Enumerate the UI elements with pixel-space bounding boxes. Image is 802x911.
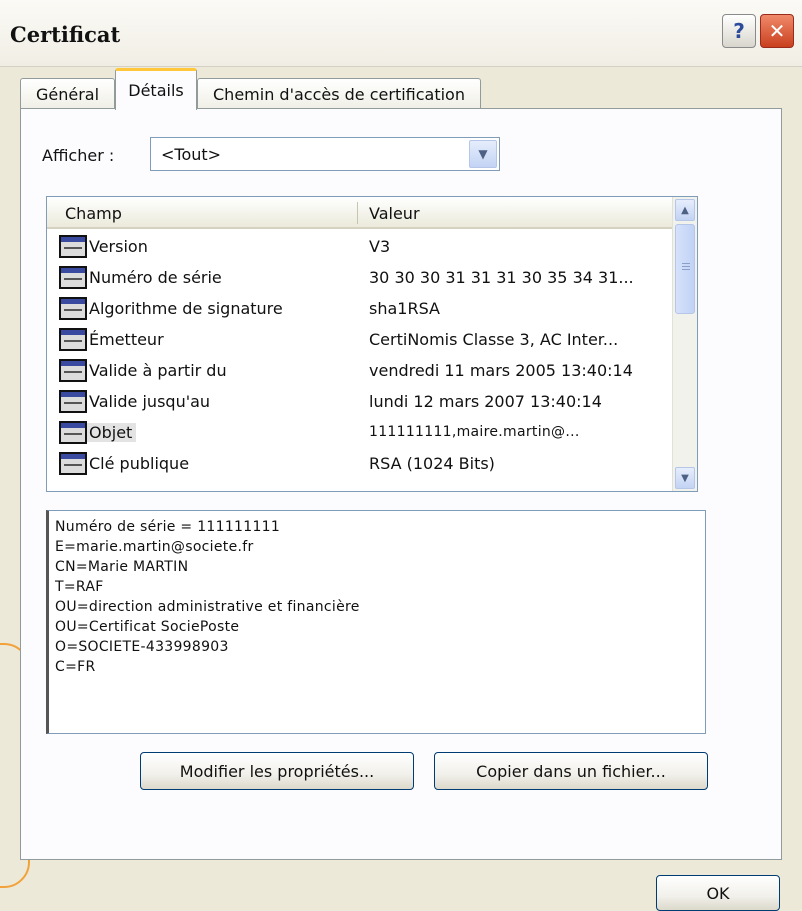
scroll-thumb[interactable] bbox=[675, 224, 695, 314]
window-title: Certificat bbox=[10, 22, 121, 47]
tab-general[interactable]: Général bbox=[20, 78, 115, 109]
tab-details[interactable]: Détails bbox=[115, 68, 197, 110]
afficher-selected-value: <Tout> bbox=[161, 145, 222, 164]
detail-line: C=FR bbox=[55, 659, 96, 675]
field-value: sha1RSA bbox=[369, 299, 440, 318]
certificate-field-icon bbox=[59, 452, 87, 475]
field-value: RSA (1024 Bits) bbox=[369, 454, 495, 473]
certificate-field-icon bbox=[59, 421, 87, 444]
chevron-up-icon: ▲ bbox=[681, 204, 689, 216]
certificate-field-icon bbox=[59, 390, 87, 413]
certificate-field-icon bbox=[59, 266, 87, 289]
list-item[interactable]: Valide à partir du vendredi 11 mars 2005… bbox=[47, 355, 674, 386]
list-header: Champ Valeur bbox=[47, 197, 674, 229]
list-item[interactable]: Émetteur CertiNomis Classe 3, AC Inter..… bbox=[47, 324, 674, 355]
detail-line: OU=Certificat SociePoste bbox=[55, 619, 240, 635]
title-bar: Certificat ? ✕ bbox=[0, 0, 802, 67]
dropdown-arrow-button[interactable]: ▼ bbox=[469, 140, 497, 168]
fields-list[interactable]: Champ Valeur Version V3 Numéro de série … bbox=[46, 196, 698, 492]
edit-properties-label: Modifier les propriétés... bbox=[179, 761, 375, 781]
field-value: CertiNomis Classe 3, AC Inter... bbox=[369, 330, 619, 349]
field-name: Algorithme de signature bbox=[89, 299, 283, 318]
list-item-selected[interactable]: Objet 111111111,maire.martin@... bbox=[47, 417, 674, 448]
field-value: lundi 12 mars 2007 13:40:14 bbox=[369, 392, 602, 411]
certificate-field-icon bbox=[59, 235, 87, 258]
field-name: Valide à partir du bbox=[89, 361, 227, 380]
scroll-up-button[interactable]: ▲ bbox=[675, 199, 695, 221]
scroll-down-button[interactable]: ▼ bbox=[675, 467, 695, 489]
afficher-label: Afficher : bbox=[42, 146, 115, 165]
chevron-down-icon: ▼ bbox=[478, 147, 488, 161]
tab-general-label: Général bbox=[35, 84, 100, 104]
detail-line: Numéro de série = 111111111 bbox=[55, 519, 281, 535]
field-name: Version bbox=[89, 237, 148, 256]
field-value: 30 30 30 31 31 31 30 35 34 31... bbox=[369, 268, 634, 287]
list-item[interactable]: Clé publique RSA (1024 Bits) bbox=[47, 448, 674, 479]
tab-certification-path-label: Chemin d'accès de certification bbox=[213, 84, 465, 104]
field-value: vendredi 11 mars 2005 13:40:14 bbox=[369, 361, 633, 380]
help-icon: ? bbox=[733, 19, 745, 43]
list-scrollbar[interactable]: ▲ ▼ bbox=[672, 197, 697, 491]
list-item[interactable]: Algorithme de signature sha1RSA bbox=[47, 293, 674, 324]
detail-line: OU=direction administrative et financièr… bbox=[55, 599, 360, 615]
copy-to-file-label: Copier dans un fichier... bbox=[476, 761, 666, 781]
tab-details-label: Détails bbox=[128, 81, 184, 100]
detail-line: CN=Marie MARTIN bbox=[55, 559, 189, 575]
certificate-field-icon bbox=[59, 297, 87, 320]
tab-certification-path[interactable]: Chemin d'accès de certification bbox=[197, 78, 481, 109]
field-value: 111111111,maire.martin@... bbox=[369, 424, 580, 440]
field-name: Numéro de série bbox=[89, 268, 222, 287]
copy-to-file-button[interactable]: Copier dans un fichier... bbox=[434, 752, 708, 790]
column-header-champ[interactable]: Champ bbox=[65, 204, 122, 223]
edit-properties-button[interactable]: Modifier les propriétés... bbox=[140, 752, 414, 790]
list-item[interactable]: Version V3 bbox=[47, 231, 674, 262]
ok-button[interactable]: OK bbox=[656, 875, 780, 911]
field-name: Clé publique bbox=[89, 454, 190, 473]
certificate-field-icon bbox=[59, 359, 87, 382]
field-detail-text[interactable]: Numéro de série = 111111111 E=marie.mart… bbox=[46, 510, 706, 734]
chevron-down-icon: ▼ bbox=[681, 472, 689, 484]
detail-line: E=marie.martin@societe.fr bbox=[55, 539, 254, 555]
field-name: Valide jusqu'au bbox=[89, 392, 211, 411]
afficher-dropdown[interactable]: <Tout> ▼ bbox=[150, 137, 500, 171]
column-header-valeur[interactable]: Valeur bbox=[369, 204, 420, 223]
certificate-dialog: Certificat ? ✕ Général Détails Chemin d'… bbox=[0, 0, 802, 911]
help-button[interactable]: ? bbox=[722, 14, 756, 48]
close-icon: ✕ bbox=[768, 19, 786, 43]
close-button[interactable]: ✕ bbox=[760, 14, 794, 48]
detail-line: T=RAF bbox=[55, 579, 104, 595]
field-name: Émetteur bbox=[89, 330, 164, 349]
list-item[interactable]: Numéro de série 30 30 30 31 31 31 30 35 … bbox=[47, 262, 674, 293]
field-name: Objet bbox=[87, 423, 137, 442]
grip-icon bbox=[682, 263, 690, 264]
column-separator[interactable] bbox=[357, 202, 358, 224]
detail-line: O=SOCIETE-433998903 bbox=[55, 639, 229, 655]
field-value: V3 bbox=[369, 237, 391, 256]
list-item[interactable]: Valide jusqu'au lundi 12 mars 2007 13:40… bbox=[47, 386, 674, 417]
ok-label: OK bbox=[706, 883, 730, 903]
certificate-field-icon bbox=[59, 328, 87, 351]
